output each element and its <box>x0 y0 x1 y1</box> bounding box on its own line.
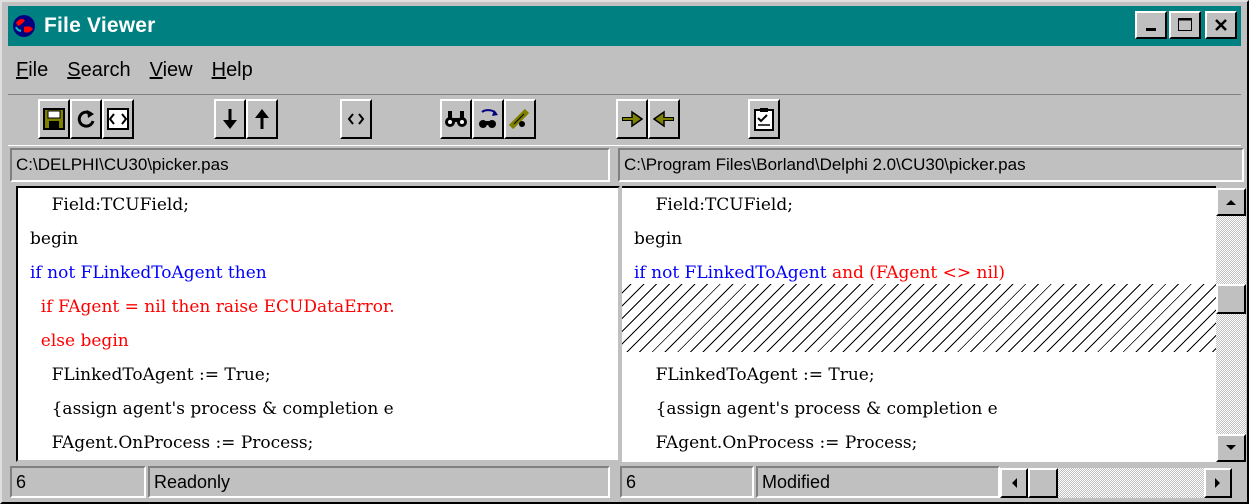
menu-file[interactable]: File <box>8 59 59 82</box>
replace-icon <box>508 108 530 130</box>
replace-button[interactable] <box>504 99 536 139</box>
previous-difference-button[interactable] <box>246 99 278 139</box>
code-line: FLinkedToAgent := True; <box>634 358 875 392</box>
code-segment: begin <box>30 229 79 249</box>
arrow-left-icon <box>1012 478 1017 488</box>
menu-view[interactable]: View <box>142 59 204 82</box>
matching-brace-button[interactable] <box>340 99 372 139</box>
scroll-left-button[interactable] <box>1000 468 1028 498</box>
code-line: else begin <box>30 324 129 358</box>
code-segment: FLinkedToAgent := True; <box>30 365 271 385</box>
save-button[interactable] <box>38 99 70 139</box>
app-globe-icon <box>13 15 35 37</box>
code-line: if not FLinkedToAgent then <box>30 256 267 290</box>
copy-left-button[interactable] <box>648 99 680 139</box>
scroll-right-button[interactable] <box>1204 468 1232 498</box>
right-line-number: 6 <box>620 466 754 498</box>
deleted-lines-placeholder <box>622 284 1216 352</box>
code-line: Field:TCUField; <box>30 188 189 222</box>
vertical-scrollbar[interactable] <box>1216 188 1246 462</box>
window-title: File Viewer <box>44 14 156 37</box>
compare-button[interactable] <box>102 99 134 139</box>
maximize-button[interactable] <box>1169 11 1201 39</box>
options-icon <box>754 108 774 131</box>
arrow-down-icon <box>1226 445 1236 450</box>
code-segment: FAgent.OnProcess := Process; <box>30 433 314 453</box>
vertical-scroll-thumb[interactable] <box>1216 284 1246 314</box>
menu-bar: File Search View Help <box>8 50 264 90</box>
code-line: FAgent.OnProcess := Process; <box>30 426 314 460</box>
code-line: begin <box>30 222 78 256</box>
scroll-up-button[interactable] <box>1216 188 1246 216</box>
maximize-icon <box>1178 18 1192 31</box>
reload-button[interactable] <box>70 99 102 139</box>
code-segment: and (FAgent <> nil) <box>831 263 1006 283</box>
code-segment: else begin <box>30 331 129 351</box>
right-code-pane[interactable]: Field:TCUField; begin if not FLinkedToAgen… <box>622 186 1216 462</box>
code-segment: if FAgent = nil then raise ECUDataError. <box>30 297 395 317</box>
find-icon <box>445 111 467 127</box>
left-line-number: 6 <box>10 466 146 498</box>
minimize-icon <box>1146 28 1156 31</box>
code-line: Field:TCUField; <box>634 188 793 222</box>
copy-right-icon <box>622 110 643 128</box>
code-segment: if not FLinkedToAgent <box>634 263 832 283</box>
scroll-down-button[interactable] <box>1216 434 1246 462</box>
title-bar[interactable]: File Viewer <box>8 6 1241 46</box>
code-line: if not FLinkedToAgent and (FAgent <> nil… <box>634 256 1005 290</box>
horizontal-scroll-thumb[interactable] <box>1028 468 1058 498</box>
code-line: begin <box>634 222 682 256</box>
arrow-right-icon <box>1215 478 1220 488</box>
matching-brace-icon <box>347 113 365 125</box>
close-icon <box>1215 19 1227 31</box>
left-status-mode: Readonly <box>148 466 610 498</box>
code-line: {assign agent's process & completion e <box>634 392 998 426</box>
right-status-mode: Modified <box>756 466 1000 498</box>
code-segment: begin <box>634 229 683 249</box>
arrow-up-icon <box>1226 200 1236 205</box>
left-code-pane[interactable]: Field:TCUField; begin if not FLinkedToAgen… <box>16 186 620 462</box>
find-again-icon <box>479 109 498 128</box>
copy-left-icon <box>653 110 674 128</box>
code-segment: FLinkedToAgent := True; <box>634 365 875 385</box>
save-icon <box>43 108 65 130</box>
code-segment: Field:TCUField; <box>634 195 793 215</box>
code-line: FAgent.OnProcess := Process; <box>634 426 918 460</box>
minimize-button[interactable] <box>1135 11 1167 39</box>
code-segment: {assign agent's process & completion e <box>634 399 998 419</box>
previous-difference-icon <box>255 109 269 129</box>
code-segment: {assign agent's process & completion e <box>30 399 394 419</box>
options-button[interactable] <box>748 99 780 139</box>
code-line: if FAgent = nil then raise ECUDataError. <box>30 290 395 324</box>
left-file-path: C:\DELPHI\CU30\picker.pas <box>10 148 610 182</box>
next-difference-button[interactable] <box>214 99 246 139</box>
menu-search[interactable]: Search <box>59 59 141 82</box>
next-difference-icon <box>223 109 237 129</box>
code-segment: if not FLinkedToAgent then <box>30 263 267 283</box>
find-button[interactable] <box>440 99 472 139</box>
close-button[interactable] <box>1205 11 1237 39</box>
code-line: FLinkedToAgent := True; <box>30 358 271 392</box>
code-segment: FAgent.OnProcess := Process; <box>634 433 918 453</box>
find-again-button[interactable] <box>472 99 504 139</box>
code-segment: Field:TCUField; <box>30 195 189 215</box>
copy-right-button[interactable] <box>616 99 648 139</box>
toolbar <box>8 94 1241 146</box>
compare-icon <box>107 108 129 130</box>
code-line: {assign agent's process & completion e <box>30 392 394 426</box>
horizontal-scrollbar[interactable] <box>1000 468 1232 498</box>
file-viewer-window: File Viewer File Search View Help C:\DEL… <box>0 0 1249 504</box>
menu-help[interactable]: Help <box>204 59 264 82</box>
reload-icon <box>77 110 95 128</box>
right-file-path: C:\Program Files\Borland\Delphi 2.0\CU30… <box>618 148 1244 182</box>
